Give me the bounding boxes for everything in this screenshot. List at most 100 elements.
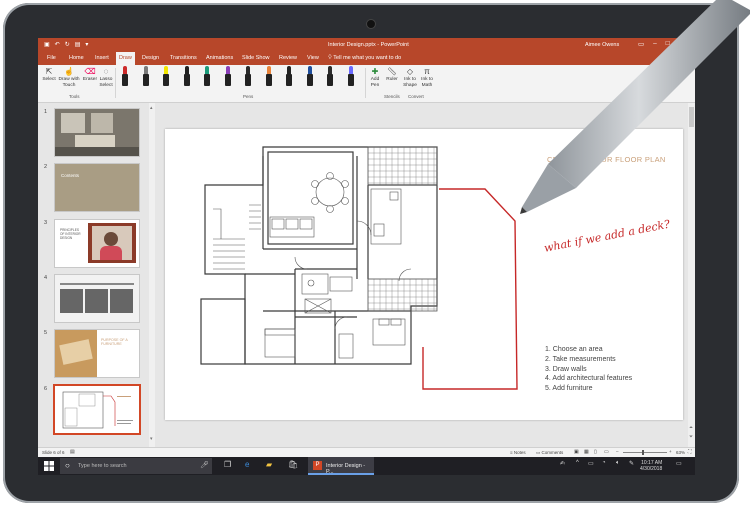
pen-body-icon [245, 74, 251, 86]
tab-home[interactable]: Home [69, 55, 84, 61]
ink-to-shape-button[interactable]: ◇ Ink to Shape [402, 67, 418, 88]
volume-icon[interactable]: 🔈︎ [616, 460, 620, 467]
zoom-slider-thumb[interactable] [642, 450, 644, 455]
redo-icon[interactable]: ↻ [65, 41, 70, 48]
taskbar-search-box[interactable]: ○ Type here to search 🎤︎ [60, 458, 212, 474]
eraser-icon: ⌫ [84, 67, 96, 76]
slide-show-icon[interactable]: ▭ [604, 449, 609, 455]
pen-5[interactable] [204, 66, 210, 86]
draw-with-touch-button[interactable]: ☝ Draw with Touch [56, 67, 82, 88]
zoom-in-icon[interactable]: + [669, 449, 672, 454]
tab-file[interactable]: File [47, 55, 56, 61]
zoom-level[interactable]: 63% [676, 450, 685, 455]
zoom-slider[interactable] [623, 452, 667, 453]
pen-workspace-icon[interactable]: ✎ [629, 460, 634, 467]
thumbnail-title: Contents [61, 173, 80, 178]
comments-button[interactable]: ▭ Comments [536, 450, 563, 456]
slide-thumbnail-3[interactable]: PRINCIPLES OF INTERIOR DESIGN [55, 220, 139, 267]
tab-slide-show[interactable]: Slide Show [242, 55, 270, 61]
tab-transitions[interactable]: Transitions [170, 55, 197, 61]
windows-start-icon[interactable] [44, 461, 54, 471]
ribbon-separator [365, 68, 366, 98]
window-title: Interior Design.pptx - PowerPoint [328, 42, 409, 48]
pen-9[interactable] [286, 66, 292, 86]
slide-title[interactable]: CREATING YOUR FLOOR PLAN [547, 155, 666, 164]
spelling-icon[interactable]: ▤ [70, 449, 75, 455]
add-pen-button[interactable]: ✚ Add Pen [368, 67, 382, 88]
minimize-icon[interactable]: – [653, 40, 657, 48]
maximize-icon[interactable]: □ [666, 40, 670, 48]
slide-thumbnail-4[interactable] [55, 275, 139, 322]
slide-thumbnail-6[interactable] [55, 386, 139, 433]
people-icon[interactable]: ✍︎ [560, 460, 565, 467]
system-clock[interactable]: 10:17 AM 4/30/2018 [640, 460, 662, 472]
taskbar-powerpoint-button[interactable]: P Interior Design - P... [308, 457, 374, 475]
pen-11[interactable] [327, 66, 333, 86]
close-icon[interactable]: ✕ [679, 40, 684, 48]
file-explorer-icon[interactable]: ▰ [266, 460, 272, 469]
pen-6[interactable] [224, 66, 231, 86]
tab-review[interactable]: Review [279, 55, 297, 61]
thumbnail-photo-frame [88, 223, 136, 263]
slide-thumbnail-2[interactable]: Contents [55, 164, 139, 211]
tab-design[interactable]: Design [142, 55, 159, 61]
normal-view-icon[interactable]: ▣ [574, 449, 579, 455]
save-icon[interactable]: ▣ [44, 41, 50, 48]
select-button[interactable]: ⇱ Select [41, 67, 57, 83]
touch-draw-icon: ☝ [64, 67, 74, 76]
slide-number: 4 [44, 275, 48, 281]
eraser-button[interactable]: ⌫ Eraser [82, 67, 98, 83]
slide-thumbnail-5[interactable]: PURPOSE OF A FURNITURE [55, 330, 139, 377]
pen-body-icon [183, 74, 190, 86]
undo-icon[interactable]: ↶ [55, 41, 60, 48]
start-from-beginning-icon[interactable]: ▤ [75, 41, 81, 48]
ruler-button[interactable]: 📏︎ Ruler [385, 67, 399, 83]
zoom-out-icon[interactable]: – [616, 449, 619, 454]
customize-qat-icon[interactable]: ▾ [85, 41, 88, 48]
pen-2[interactable] [142, 66, 149, 86]
steps-list[interactable]: 1. Choose an area 2. Take measurements 3… [545, 345, 632, 394]
battery-icon[interactable]: ▭ [588, 460, 594, 467]
microphone-icon[interactable]: 🎤︎ [200, 461, 209, 469]
slide-sorter-icon[interactable]: ▦ [584, 449, 589, 455]
fit-to-window-icon[interactable]: ⛶ [688, 449, 692, 455]
notes-button[interactable]: ≡ Notes [510, 450, 526, 455]
edge-browser-icon[interactable]: e [245, 460, 249, 469]
thumbnail-photo [55, 330, 97, 377]
cortana-icon: ○ [65, 461, 70, 470]
pen-1[interactable] [122, 66, 128, 86]
scroll-thumb[interactable] [689, 107, 694, 127]
pen-8[interactable] [265, 66, 272, 86]
ribbon-display-icon[interactable]: ▭ [638, 40, 644, 48]
slide-thumbnail-1[interactable] [55, 109, 139, 156]
scroll-down-icon[interactable]: ▾ [150, 436, 153, 442]
tab-view[interactable]: View [307, 55, 319, 61]
ink-to-math-button[interactable]: π Ink to Math [419, 67, 435, 88]
action-center-icon[interactable]: ▭ [676, 460, 682, 467]
tab-draw[interactable]: Draw [116, 52, 135, 65]
next-slide-icon[interactable]: ⏷ [689, 434, 693, 440]
pen-4[interactable] [183, 66, 190, 86]
ribbon-tabs: File Home Insert Draw Design Transitions… [38, 52, 695, 65]
pen-7[interactable] [245, 66, 251, 86]
user-name[interactable]: Aimee Owens [585, 42, 619, 48]
scroll-up-icon[interactable]: ▴ [150, 105, 153, 111]
tab-insert[interactable]: Insert [95, 55, 109, 61]
lasso-select-button[interactable]: ◌ Lasso Select [98, 67, 114, 88]
reading-view-icon[interactable]: ▯ [594, 449, 597, 455]
pen-12[interactable] [347, 66, 354, 86]
pen-3[interactable] [163, 66, 169, 86]
pen-10[interactable] [306, 66, 313, 86]
previous-slide-icon[interactable]: ⏶ [689, 425, 693, 431]
tab-animations[interactable]: Animations [206, 55, 233, 61]
lightbulb-icon: 💡︎ [328, 55, 332, 61]
tell-me-box[interactable]: 💡︎ Tell me what you want to do [328, 55, 401, 62]
store-icon[interactable]: 🛍︎ [288, 460, 298, 469]
slide-scrollbar[interactable]: ⏶ ⏷ [688, 103, 695, 447]
show-hidden-icons[interactable]: ^ [576, 460, 579, 466]
group-label-convert: Convert [408, 94, 424, 99]
task-view-icon[interactable]: ❐ [224, 460, 231, 469]
network-icon[interactable]: ◔ [602, 460, 606, 466]
current-slide[interactable]: CREATING YOUR FLOOR PLAN what if we add … [165, 129, 683, 420]
pen-tip-icon [184, 66, 189, 74]
